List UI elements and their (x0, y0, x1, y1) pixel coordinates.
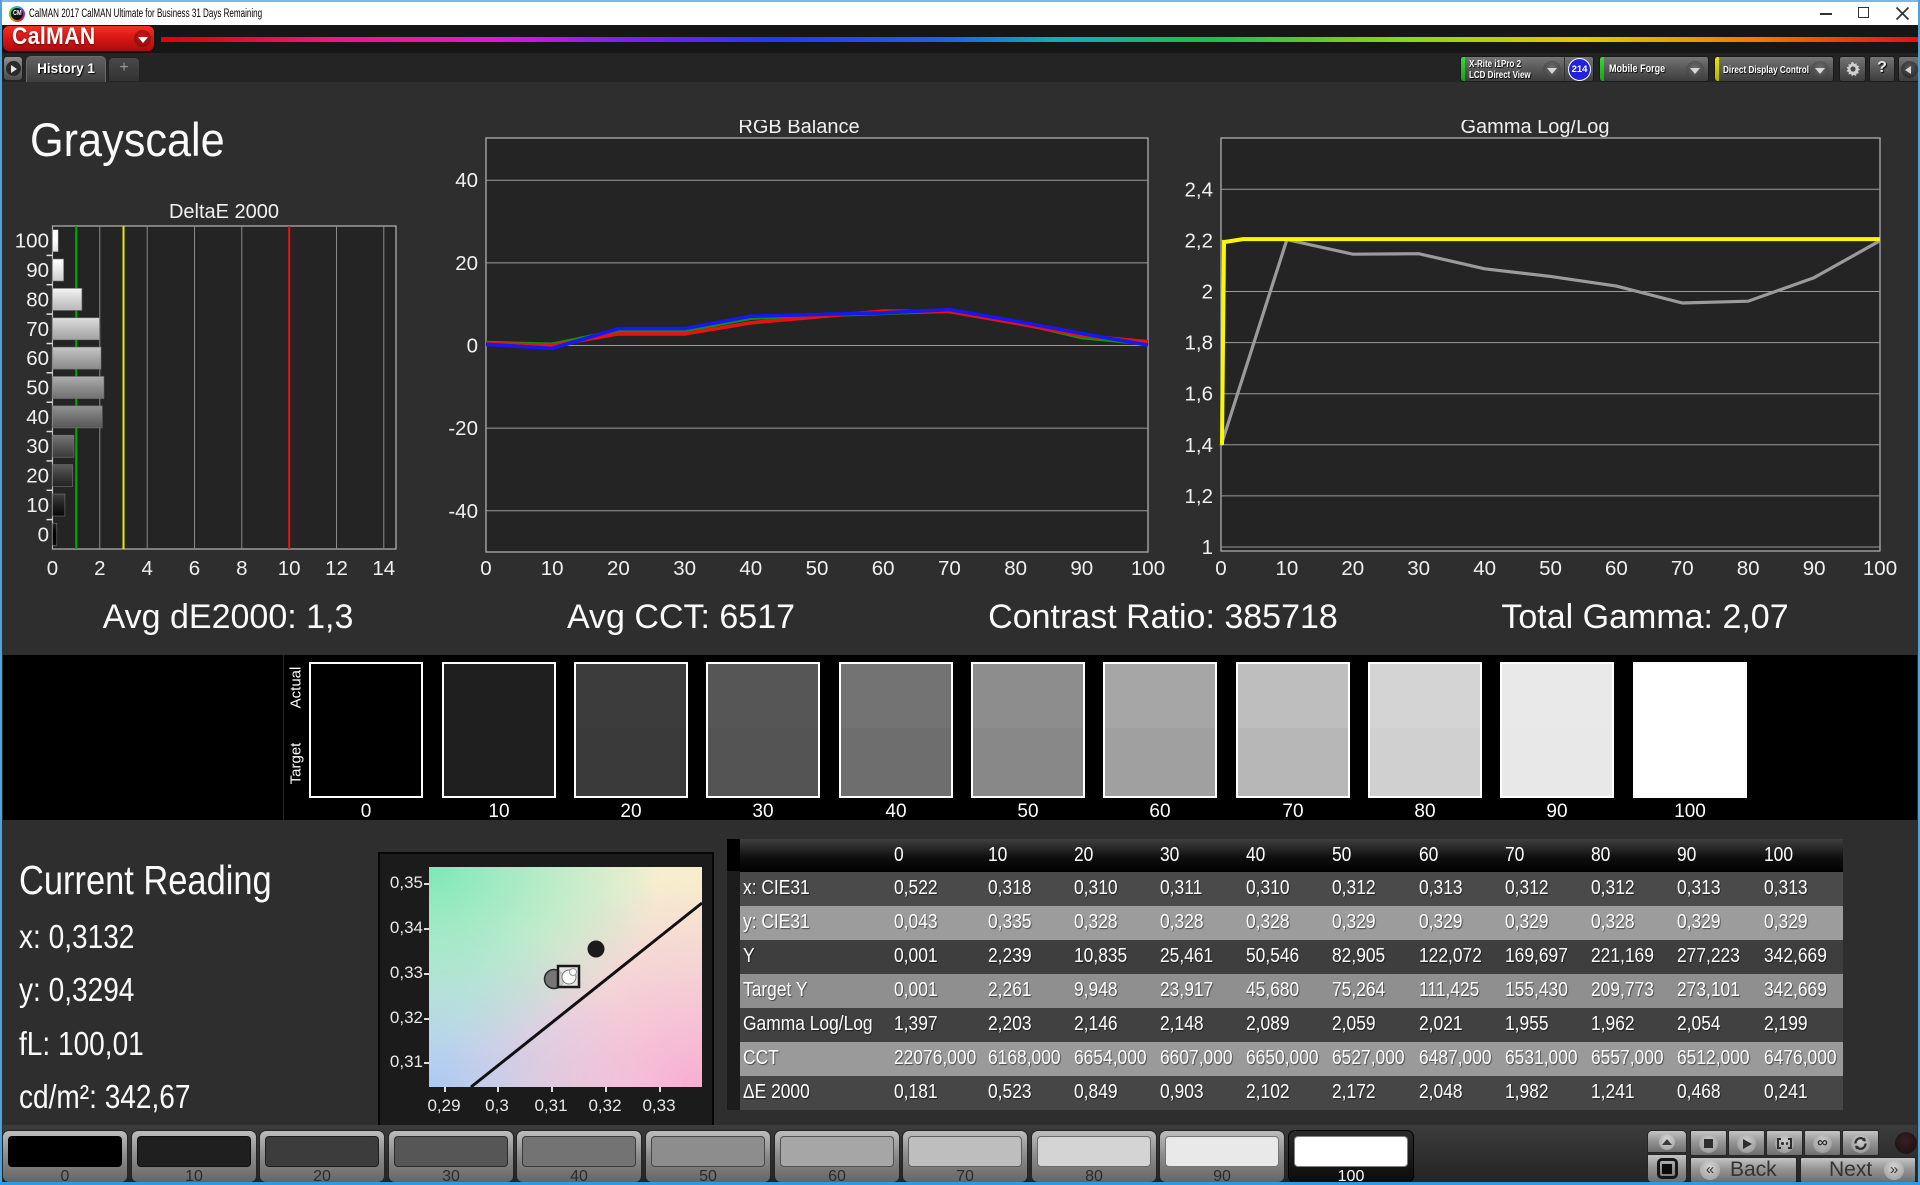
svg-text:1,8: 1,8 (1185, 332, 1214, 355)
svg-text:1,6: 1,6 (1185, 383, 1214, 406)
svg-text:70: 70 (1671, 557, 1694, 580)
svg-text:80: 80 (1737, 557, 1760, 580)
svg-text:70: 70 (938, 557, 961, 580)
svg-text:100: 100 (1863, 557, 1897, 580)
svg-text:8: 8 (236, 557, 247, 580)
svg-text:80: 80 (26, 288, 49, 311)
svg-text:2,4: 2,4 (1185, 178, 1214, 201)
svg-text:-40: -40 (448, 500, 478, 523)
svg-text:50: 50 (26, 377, 49, 400)
svg-text:30: 30 (673, 557, 696, 580)
svg-text:10: 10 (26, 494, 49, 517)
svg-text:Gamma Log/Log: Gamma Log/Log (1461, 120, 1610, 138)
svg-text:90: 90 (26, 259, 49, 282)
svg-text:0: 0 (467, 335, 478, 358)
svg-text:40: 40 (26, 406, 49, 429)
svg-text:100: 100 (1131, 557, 1165, 580)
svg-text:20: 20 (26, 465, 49, 488)
svg-text:100: 100 (15, 230, 49, 253)
svg-text:60: 60 (872, 557, 895, 580)
svg-text:1,2: 1,2 (1185, 485, 1214, 508)
svg-text:14: 14 (372, 557, 395, 580)
svg-text:50: 50 (1539, 557, 1562, 580)
svg-text:0: 0 (47, 557, 58, 580)
svg-text:RGB Balance: RGB Balance (738, 120, 859, 138)
svg-text:50: 50 (806, 557, 829, 580)
svg-text:90: 90 (1070, 557, 1093, 580)
svg-text:2: 2 (94, 557, 105, 580)
svg-text:0: 0 (1215, 557, 1226, 580)
svg-text:40: 40 (739, 557, 762, 580)
svg-text:60: 60 (1605, 557, 1628, 580)
svg-text:20: 20 (455, 252, 478, 275)
svg-text:0: 0 (38, 523, 49, 546)
svg-text:80: 80 (1004, 557, 1027, 580)
svg-text:6: 6 (189, 557, 200, 580)
svg-text:10: 10 (278, 557, 301, 580)
svg-text:10: 10 (1275, 557, 1298, 580)
svg-text:10: 10 (541, 557, 564, 580)
svg-text:12: 12 (325, 557, 348, 580)
svg-text:DeltaE 2000: DeltaE 2000 (169, 201, 279, 223)
svg-text:40: 40 (455, 169, 478, 192)
svg-text:4: 4 (141, 557, 152, 580)
svg-text:1,4: 1,4 (1185, 434, 1214, 457)
svg-text:0: 0 (480, 557, 491, 580)
svg-text:60: 60 (26, 347, 49, 370)
svg-text:30: 30 (1407, 557, 1430, 580)
svg-text:2: 2 (1202, 281, 1213, 304)
svg-text:90: 90 (1803, 557, 1826, 580)
svg-text:70: 70 (26, 318, 49, 341)
svg-text:2,2: 2,2 (1185, 229, 1214, 252)
svg-text:20: 20 (607, 557, 630, 580)
svg-text:30: 30 (26, 435, 49, 458)
svg-text:1: 1 (1202, 536, 1213, 559)
svg-text:20: 20 (1341, 557, 1364, 580)
svg-text:-20: -20 (448, 417, 478, 440)
svg-text:40: 40 (1473, 557, 1496, 580)
